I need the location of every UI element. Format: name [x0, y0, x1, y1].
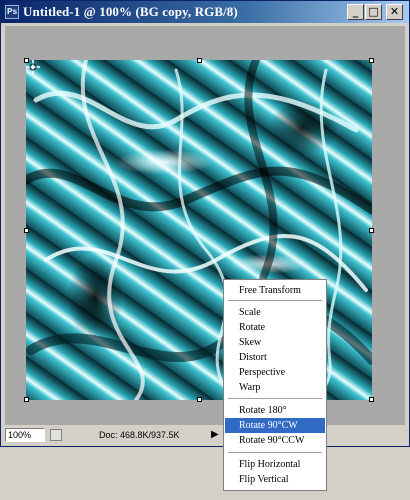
- document-size-info: Doc: 468.8K/937.5K: [99, 430, 180, 440]
- title-bar[interactable]: Ps Untitled-1 @ 100% (BG copy, RGB/8) _ …: [1, 1, 409, 23]
- document-window: Ps Untitled-1 @ 100% (BG copy, RGB/8) _ …: [0, 0, 410, 447]
- transform-context-menu: Free Transform Scale Rotate Skew Distort…: [223, 279, 327, 491]
- menu-item-warp[interactable]: Warp: [225, 380, 325, 395]
- transform-handle[interactable]: [197, 58, 202, 63]
- transform-handle[interactable]: [24, 228, 29, 233]
- menu-item-flip-horizontal[interactable]: Flip Horizontal: [225, 457, 325, 472]
- menu-item-skew[interactable]: Skew: [225, 335, 325, 350]
- transform-handle[interactable]: [369, 397, 374, 402]
- status-bar: 100% Doc: 468.8K/937.5K ▶: [5, 427, 405, 443]
- photoshop-app-icon[interactable]: Ps: [5, 5, 19, 19]
- minimize-button[interactable]: _: [347, 4, 364, 20]
- menu-item-rotate-90-cw[interactable]: Rotate 90°CW: [225, 418, 325, 433]
- transform-handle[interactable]: [369, 228, 374, 233]
- transform-handle[interactable]: [369, 58, 374, 63]
- menu-item-rotate-90-ccw[interactable]: Rotate 90°CCW: [225, 433, 325, 448]
- menu-item-rotate[interactable]: Rotate: [225, 320, 325, 335]
- menu-item-distort[interactable]: Distort: [225, 350, 325, 365]
- status-info-icon[interactable]: [50, 429, 62, 441]
- maximize-button[interactable]: □: [365, 4, 382, 20]
- menu-item-free-transform[interactable]: Free Transform: [225, 283, 325, 298]
- status-menu-arrow-icon[interactable]: ▶: [211, 429, 219, 441]
- transform-handle[interactable]: [197, 397, 202, 402]
- transform-handle[interactable]: [24, 58, 29, 63]
- zoom-level-field[interactable]: 100%: [5, 428, 45, 442]
- transform-handle[interactable]: [24, 397, 29, 402]
- window-title: Untitled-1 @ 100% (BG copy, RGB/8): [23, 4, 238, 19]
- menu-separator: [228, 300, 322, 301]
- menu-item-rotate-180[interactable]: Rotate 180°: [225, 403, 325, 418]
- close-button[interactable]: ✕: [386, 4, 403, 20]
- menu-item-scale[interactable]: Scale: [225, 305, 325, 320]
- menu-item-perspective[interactable]: Perspective: [225, 365, 325, 380]
- menu-separator: [228, 398, 322, 399]
- menu-separator: [228, 452, 322, 453]
- document-area: [5, 26, 405, 425]
- menu-item-flip-vertical[interactable]: Flip Vertical: [225, 472, 325, 487]
